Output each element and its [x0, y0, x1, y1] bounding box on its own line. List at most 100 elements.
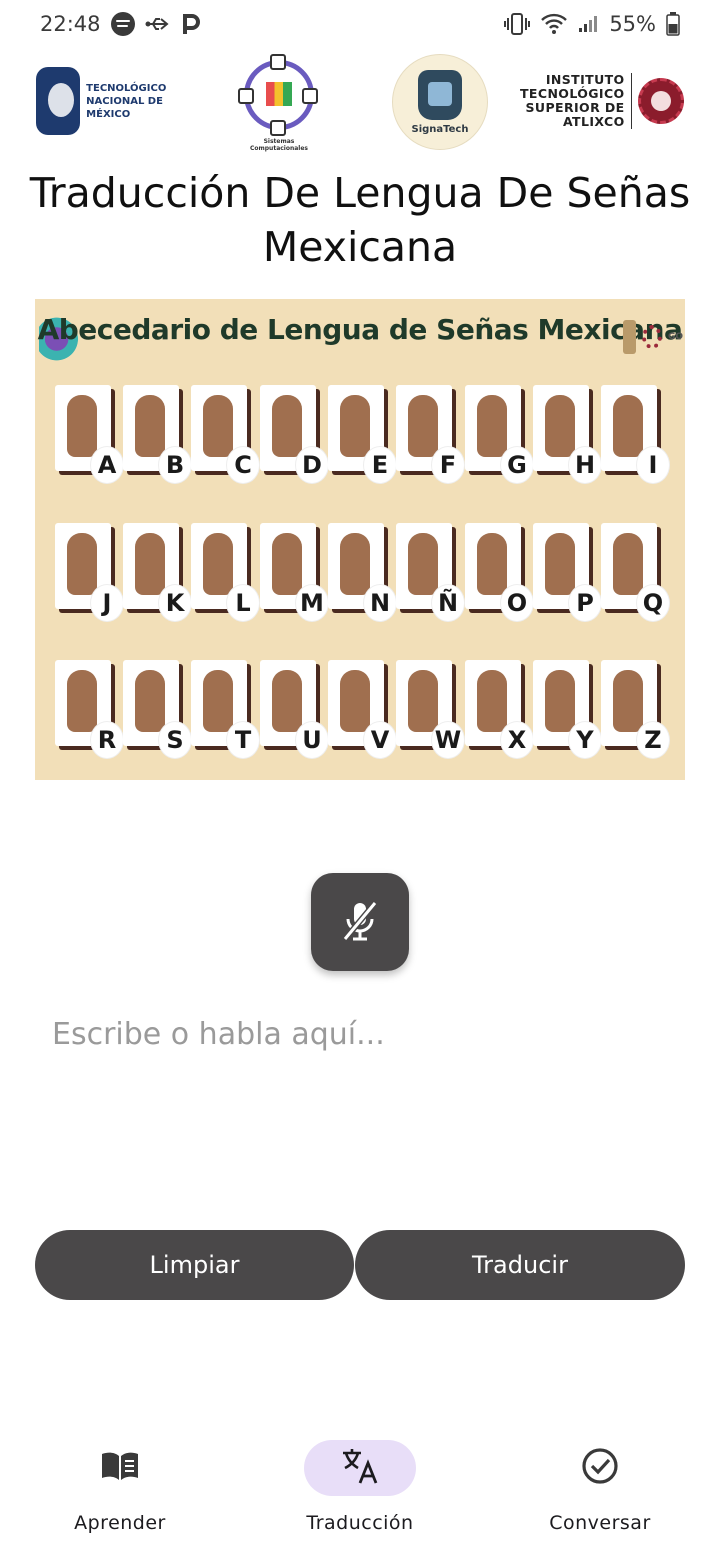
sign-letter: Z	[637, 722, 669, 758]
sign-card-o: O	[465, 523, 533, 621]
nav-icon-container	[544, 1440, 656, 1496]
sign-letter: S	[159, 722, 191, 758]
hand-sign-icon	[408, 533, 438, 595]
hand-sign-icon	[135, 395, 165, 457]
sign-letter: H	[569, 447, 601, 483]
nav-icon-container	[64, 1440, 176, 1496]
sign-letter: U	[296, 722, 328, 758]
translate-button[interactable]: Traducir	[355, 1230, 685, 1300]
node-box	[270, 54, 286, 70]
hand-sign-icon	[613, 395, 643, 457]
sign-card-q: Q	[601, 523, 669, 621]
spotify-icon	[110, 12, 135, 36]
wifi-icon	[541, 13, 568, 35]
sign-letter: W	[432, 722, 464, 758]
sign-letter: X	[501, 722, 533, 758]
sign-letter: L	[227, 585, 259, 621]
sign-letter: K	[159, 585, 191, 621]
page-title: Traducción De Lengua De Señas Mexicana	[29, 169, 691, 271]
sign-letter: D	[296, 447, 328, 483]
sign-card-f: F	[396, 385, 464, 483]
sign-card-r: R	[55, 660, 123, 758]
colorful-core	[266, 82, 292, 106]
status-right: 55%	[503, 12, 680, 36]
sign-card-j: J	[55, 523, 123, 621]
government-logo: GO	[623, 317, 683, 357]
sign-card-i: I	[601, 385, 669, 483]
node-box	[302, 88, 318, 104]
hand-sign-icon	[613, 670, 643, 732]
hand-sign-icon	[545, 670, 575, 732]
sign-card-a: A	[55, 385, 123, 483]
node-box	[270, 120, 286, 136]
sign-card-d: D	[260, 385, 328, 483]
itsa-text: INSTITUTO TECNOLÓGICO SUPERIOR DE ATLIXC…	[520, 72, 625, 129]
hand-sign-icon	[408, 670, 438, 732]
sign-card-v: V	[328, 660, 396, 758]
sign-letter: G	[501, 447, 533, 483]
sign-letter: J	[91, 585, 123, 621]
speech-text-input[interactable]	[52, 1006, 672, 1062]
battery-percent: 55%	[609, 12, 656, 36]
tecnm-gear-icon	[36, 67, 81, 135]
status-left: 22:48	[40, 12, 201, 36]
hand-sign-icon	[477, 533, 507, 595]
sign-card-p: P	[533, 523, 601, 621]
sign-card-h: H	[533, 385, 601, 483]
translate-icon	[340, 1447, 380, 1489]
hand-sign-icon	[203, 533, 233, 595]
sign-card-t: T	[191, 660, 259, 758]
sign-card-g: G	[465, 385, 533, 483]
sign-letter: V	[364, 722, 396, 758]
sign-letter: A	[91, 447, 123, 483]
hand-sign-icon	[340, 533, 370, 595]
sign-card-m: M	[260, 523, 328, 621]
sign-letter: T	[227, 722, 259, 758]
status-bar: 22:48 55%	[0, 0, 720, 48]
clear-button[interactable]: Limpiar	[35, 1230, 354, 1300]
hand-sign-icon	[340, 670, 370, 732]
logo-itsa: INSTITUTO TECNOLÓGICO SUPERIOR DE ATLIXC…	[520, 70, 688, 132]
hand-sign-icon	[203, 670, 233, 732]
check-circle-icon	[581, 1447, 619, 1489]
sign-card-x: X	[465, 660, 533, 758]
sign-card-u: U	[260, 660, 328, 758]
nav-item-aprender[interactable]: Aprender	[20, 1440, 220, 1550]
sign-card-b: B	[123, 385, 191, 483]
signal-icon	[577, 14, 599, 34]
logo-tecnm: TECNOLÓGICO NACIONAL DE MÉXICO	[36, 66, 196, 136]
hand-sign-icon	[203, 395, 233, 457]
bottom-navigation: Aprender Traducción Conversar	[0, 1420, 720, 1560]
shield-icon	[623, 320, 637, 354]
sign-card-l: L	[191, 523, 259, 621]
sign-letter: F	[432, 447, 464, 483]
hand-sign-icon	[477, 670, 507, 732]
hand-sign-icon	[67, 670, 97, 732]
itsa-divider	[630, 73, 632, 129]
mic-off-icon	[340, 899, 380, 946]
hand-sign-icon	[340, 395, 370, 457]
sign-card-k: K	[123, 523, 191, 621]
book-icon	[100, 1450, 140, 1486]
nav-item-conversar[interactable]: Conversar	[500, 1440, 700, 1550]
vibrate-icon	[503, 12, 531, 36]
itsa-seal-icon	[637, 78, 684, 124]
hand-sign-icon	[272, 395, 302, 457]
hand-sign-icon	[545, 395, 575, 457]
hand-sign-icon	[67, 533, 97, 595]
sign-letter: C	[227, 447, 259, 483]
nav-item-traduccion[interactable]: Traducción	[260, 1440, 460, 1550]
sign-card-w: W	[396, 660, 464, 758]
hand-sign-icon	[67, 395, 97, 457]
sign-letter: Q	[637, 585, 669, 621]
mic-button[interactable]	[311, 873, 409, 971]
sign-letter: M	[296, 585, 328, 621]
flower-icon	[642, 325, 662, 349]
sign-card-c: C	[191, 385, 259, 483]
sign-card-y: Y	[533, 660, 601, 758]
sistemas-text: Sistemas Computacionales	[249, 138, 308, 152]
status-time: 22:48	[40, 12, 101, 36]
logo-signatech: SignaTech	[392, 54, 488, 150]
sign-card-z: Z	[601, 660, 669, 758]
usb-icon	[145, 14, 171, 34]
